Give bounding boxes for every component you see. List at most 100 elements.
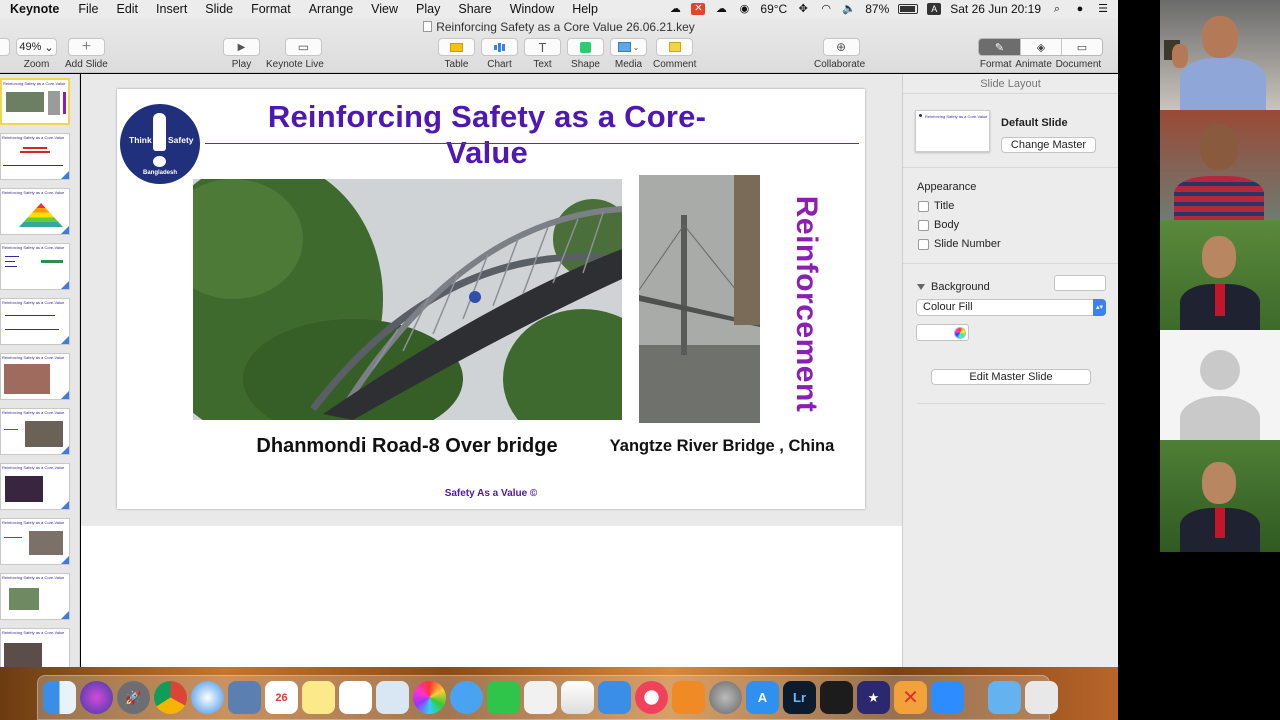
disclosure-triangle-icon[interactable] — [917, 284, 925, 290]
table-icon[interactable] — [438, 38, 475, 56]
title-checkbox[interactable] — [918, 200, 929, 212]
shape-icon[interactable] — [567, 38, 604, 56]
books-icon[interactable] — [672, 681, 705, 714]
slide-thumbnail-9[interactable]: Reinforcing Safety as a Core-Value — [0, 518, 70, 565]
think-safety-logo[interactable]: Think Safety Bangladesh — [120, 104, 200, 184]
downloads-folder-icon[interactable] — [988, 681, 1021, 714]
reminders-icon[interactable] — [339, 681, 372, 714]
notes-icon[interactable] — [302, 681, 335, 714]
zoom-app-icon[interactable] — [931, 681, 964, 714]
slide-thumbnail-5[interactable]: Reinforcing Safety as a Core-Value — [0, 298, 70, 345]
play-button[interactable]: ▶ Play — [223, 38, 260, 70]
slide-navigator[interactable]: Reinforcing Safety as a Core-Value Reinf… — [0, 74, 80, 667]
video-tile-participant-2[interactable] — [1160, 110, 1280, 220]
change-master-button[interactable]: Change Master — [1001, 137, 1096, 153]
maps-icon[interactable] — [376, 681, 409, 714]
keynote-live-button[interactable]: ▭ Keynote Live — [266, 38, 324, 70]
menu-view[interactable]: View — [362, 2, 407, 16]
finder-icon[interactable] — [43, 681, 76, 714]
current-slide[interactable]: Think Safety Bangladesh Reinforcing Safe… — [117, 89, 865, 509]
slide-thumbnail-6[interactable]: Reinforcing Safety as a Core-Value — [0, 353, 70, 400]
menu-edit[interactable]: Edit — [107, 2, 147, 16]
music-icon[interactable] — [635, 681, 668, 714]
media-icon[interactable]: ⌄ — [610, 38, 647, 56]
cloud-upload-icon[interactable]: ☁ — [714, 3, 728, 15]
edit-master-slide-button[interactable]: Edit Master Slide — [931, 369, 1091, 385]
calendar-icon[interactable]: 26 — [265, 681, 298, 714]
play-icon[interactable]: ▶ — [223, 38, 260, 56]
shape-button[interactable]: Shape — [567, 38, 604, 70]
slide-thumbnail-3[interactable]: Reinforcing Safety as a Core-Value — [0, 188, 70, 235]
video-tile-presenter[interactable] — [1160, 0, 1280, 110]
comment-button[interactable]: Comment — [653, 38, 696, 70]
menu-help[interactable]: Help — [563, 2, 607, 16]
caption-yangtze[interactable]: Yangtze River Bridge , China — [607, 437, 837, 456]
slide-thumbnail-2[interactable]: Reinforcing Safety as a Core-Value — [0, 133, 70, 180]
clock[interactable]: Sat 26 Jun 20:19 — [950, 2, 1041, 16]
slide-title[interactable]: Reinforcing Safety as a Core-Value — [227, 99, 747, 171]
background-section-toggle[interactable]: Background — [917, 281, 990, 293]
messages-icon[interactable] — [450, 681, 483, 714]
menu-arrange[interactable]: Arrange — [300, 2, 362, 16]
battery-icon[interactable] — [898, 4, 919, 14]
menu-app-name[interactable]: Keynote — [10, 2, 69, 16]
spotlight-search-icon[interactable]: ⌕ — [1050, 3, 1064, 15]
vpn-app-icon[interactable]: ✕ — [894, 681, 927, 714]
chrome-icon[interactable] — [154, 681, 187, 714]
menu-insert[interactable]: Insert — [147, 2, 196, 16]
master-thumbnail[interactable]: Reinforcing Safety as a Core-Value — [915, 110, 990, 152]
format-tab-icon[interactable]: ✎ — [979, 39, 1020, 55]
system-preferences-icon[interactable] — [709, 681, 742, 714]
media-button[interactable]: ⌄ Media — [610, 38, 647, 70]
keynote-icon[interactable] — [598, 681, 631, 714]
table-button[interactable]: Table — [438, 38, 475, 70]
animate-tab-label[interactable]: Animate — [1015, 59, 1052, 70]
menu-share[interactable]: Share — [449, 2, 500, 16]
color-wheel-icon[interactable] — [954, 327, 966, 339]
notification-center-icon[interactable]: ☰ — [1096, 3, 1110, 15]
menu-slide[interactable]: Slide — [196, 2, 242, 16]
launchpad-icon[interactable]: 🚀 — [117, 681, 150, 714]
slide-thumbnail-10[interactable]: Reinforcing Safety as a Core-Value — [0, 573, 70, 620]
activity-monitor-icon[interactable] — [820, 681, 853, 714]
slide-thumbnail-11[interactable]: Reinforcing Safety as a Core-Value — [0, 628, 70, 667]
text-icon[interactable]: T — [524, 38, 561, 56]
fill-type-select[interactable]: Colour Fill ▴▾ — [916, 299, 1106, 316]
numbers-icon[interactable] — [561, 681, 594, 714]
video-tile-participant-5[interactable] — [1160, 440, 1280, 552]
photo-dhanmondi-overbridge[interactable] — [193, 179, 622, 420]
select-arrows-icon[interactable]: ▴▾ — [1093, 299, 1106, 316]
siri-dock-icon[interactable] — [80, 681, 113, 714]
photos-icon[interactable] — [413, 681, 446, 714]
video-tile-participant-4[interactable] — [1160, 330, 1280, 440]
slide-number-checkbox[interactable] — [918, 238, 929, 250]
background-color-swatch[interactable] — [1054, 275, 1106, 291]
format-tab-label[interactable]: Format — [980, 59, 1012, 70]
collaborate-icon[interactable]: ⊕ — [822, 38, 860, 56]
imovie-icon[interactable]: ★ — [857, 681, 890, 714]
body-checkbox[interactable] — [918, 219, 929, 231]
eye-icon[interactable]: ◉ — [737, 3, 751, 15]
comment-icon[interactable] — [656, 38, 694, 56]
menu-play[interactable]: Play — [407, 2, 449, 16]
view-button[interactable] — [0, 38, 10, 56]
slide-thumbnail-4[interactable]: Reinforcing Safety as a Core-Value — [0, 243, 70, 290]
menu-window[interactable]: Window — [501, 2, 563, 16]
app-x-icon[interactable]: ✕ — [691, 3, 706, 15]
zoom-select[interactable]: 49% ⌄ — [16, 38, 57, 56]
trash-icon[interactable] — [1025, 681, 1058, 714]
chart-button[interactable]: Chart — [481, 38, 518, 70]
slide-number-checkbox-row[interactable]: Slide Number — [918, 238, 1001, 250]
add-slide-button[interactable]: + Add Slide — [65, 38, 108, 70]
keynote-live-icon[interactable]: ▭ — [284, 38, 322, 56]
input-source-icon[interactable]: A — [927, 3, 942, 15]
safari-icon[interactable] — [191, 681, 224, 714]
app-store-icon[interactable]: A — [746, 681, 779, 714]
body-checkbox-row[interactable]: Body — [918, 219, 959, 231]
facetime-icon[interactable] — [487, 681, 520, 714]
wifi-icon[interactable]: ◠ — [819, 3, 833, 15]
slide-thumbnail-1[interactable]: Reinforcing Safety as a Core-Value — [0, 78, 70, 125]
video-tile-participant-3[interactable] — [1160, 220, 1280, 330]
title-divider[interactable] — [205, 143, 859, 144]
slide-footer[interactable]: Safety As a Value © — [391, 488, 591, 499]
